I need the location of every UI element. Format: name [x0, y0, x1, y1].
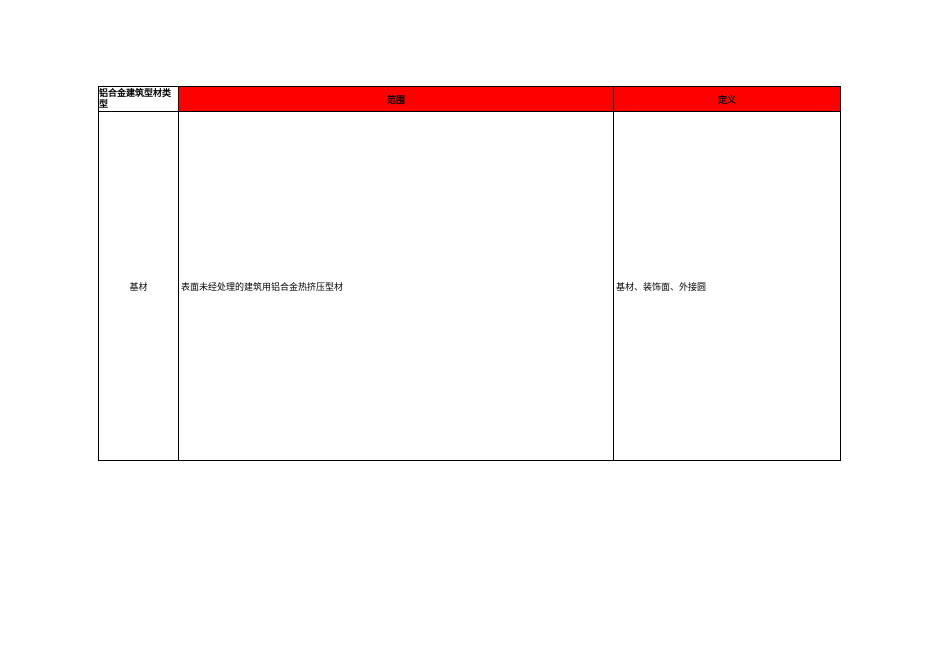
table-header-row: 铝合金建筑型材类型 范围 定义 [99, 87, 841, 112]
table-row: 基材 表面未经处理的建筑用铝合金热挤压型材 基材、装饰面、外接圆 [99, 112, 841, 461]
header-scope: 范围 [179, 87, 614, 112]
page-root: 铝合金建筑型材类型 范围 定义 基材 表面未经处理的建筑用铝合金热挤压型材 基材… [0, 0, 945, 669]
header-definition: 定义 [614, 87, 841, 112]
profile-table: 铝合金建筑型材类型 范围 定义 基材 表面未经处理的建筑用铝合金热挤压型材 基材… [98, 86, 841, 461]
header-type: 铝合金建筑型材类型 [99, 87, 179, 112]
cell-definition: 基材、装饰面、外接圆 [614, 112, 841, 461]
cell-scope: 表面未经处理的建筑用铝合金热挤压型材 [179, 112, 614, 461]
cell-type: 基材 [99, 112, 179, 461]
